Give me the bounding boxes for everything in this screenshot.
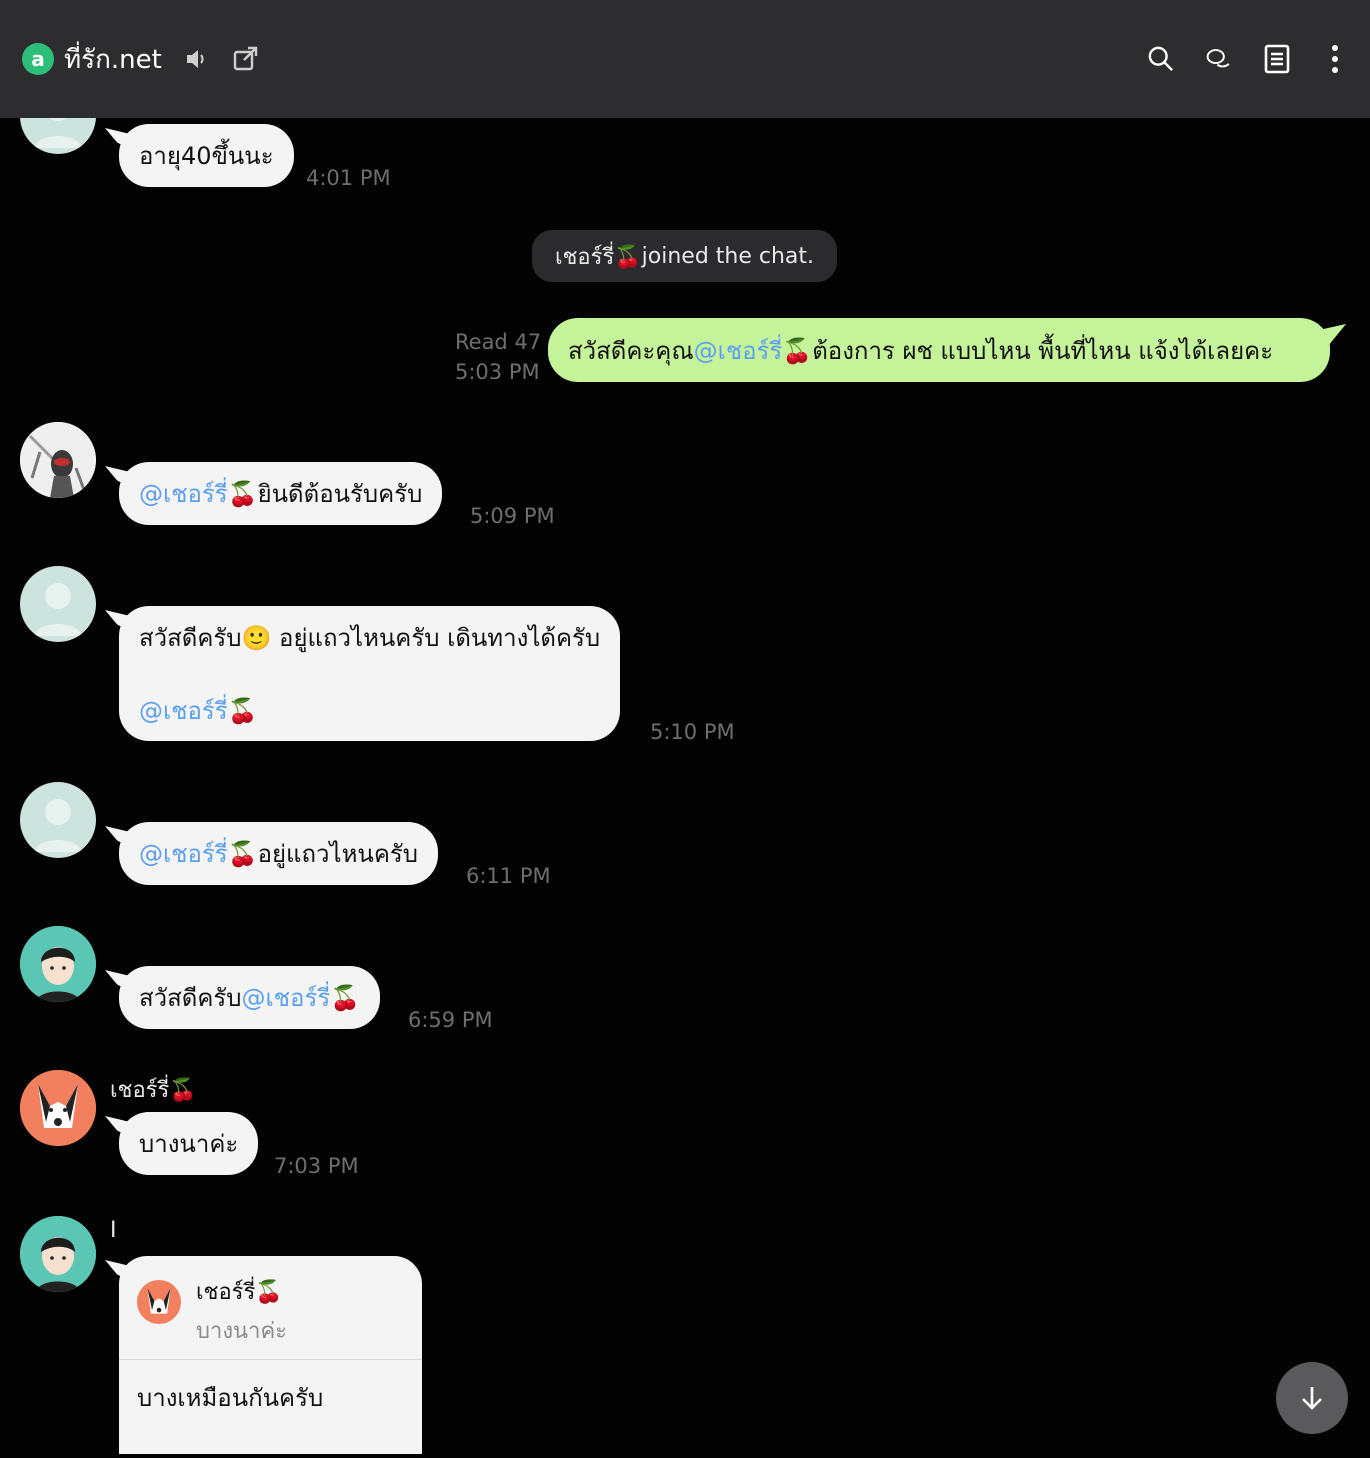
divider (119, 1359, 422, 1360)
chat-area[interactable]: อายุ40ขึ้นนะ 4:01 PM เชอร์รี่🍒 joined th… (0, 118, 1370, 1454)
message-text: อายุ40ขึ้นนะ (139, 142, 274, 170)
quoted-sender: เชอร์รี่🍒 (196, 1280, 283, 1305)
mention-link[interactable]: @เชอร์รี่🍒 (139, 474, 258, 513)
sender-name: I (110, 1218, 117, 1243)
app-header: a ที่รัก.net (0, 0, 1370, 118)
chat-brand: a ที่รัก.net (22, 39, 162, 80)
message-bubble[interactable]: @เชอร์รี่🍒 ยินดีต้อนรับครับ (119, 462, 443, 525)
arrow-down-icon (1302, 1387, 1322, 1410)
system-user: เชอร์รี่🍒 (554, 244, 642, 270)
message-text: บางนาค่ะ (139, 1130, 239, 1158)
mention-link[interactable]: @เชอร์รี่🍒 (139, 834, 258, 873)
quoted-avatar (137, 1280, 181, 1324)
message-time: 5:03 PM (455, 360, 540, 384)
avatar[interactable] (20, 926, 96, 1002)
message-text: ต้องการ ผช แบบไหน พื้นที่ไหน แจ้งได้เลยค… (812, 336, 1274, 365)
external-link-icon[interactable] (232, 46, 258, 72)
avatar[interactable] (20, 566, 96, 642)
system-text: joined the chat. (641, 243, 815, 269)
chat-title: ที่รัก.net (64, 44, 162, 75)
avatar[interactable] (20, 1070, 96, 1146)
chat-bubbles-icon[interactable] (1206, 46, 1232, 72)
avatar[interactable] (20, 1216, 96, 1292)
message-time: 6:59 PM (408, 1008, 493, 1032)
message-text: สวัสดีครับ (139, 984, 242, 1012)
message-text: อยู่แถวไหนครับ (257, 840, 419, 868)
quoted-message[interactable]: เชอร์รี่🍒 บางนาค่ะ (137, 1274, 287, 1348)
notes-icon[interactable] (1264, 44, 1290, 74)
system-message: เชอร์รี่🍒 joined the chat. (532, 230, 837, 282)
sender-name: เชอร์รี่🍒 (110, 1078, 197, 1103)
scroll-to-bottom-button[interactable] (1276, 1362, 1348, 1434)
message-text: บางเหมือนกันครับ (137, 1384, 324, 1412)
read-count: Read 47 (455, 330, 542, 354)
message-bubble[interactable]: สวัสดีครับ @เชอร์รี่🍒 (119, 966, 381, 1029)
brand-logo: a (22, 43, 54, 75)
reply-message-bubble[interactable]: เชอร์รี่🍒 บางนาค่ะ บางเหมือนกันครับ (119, 1256, 422, 1454)
message-text: สวัสดีคะคุณ (568, 336, 694, 365)
message-bubble[interactable]: สวัสดีครับ🙂 อยู่แถวไหนครับ เดินทางได้ครั… (119, 606, 621, 741)
more-icon[interactable] (1322, 45, 1348, 73)
speaker-icon[interactable] (184, 46, 210, 72)
mention-link[interactable]: @เชอร์รี่🍒 (694, 331, 813, 370)
message-time: 4:01 PM (306, 166, 391, 190)
message-bubble[interactable]: @เชอร์รี่🍒 อยู่แถวไหนครับ (119, 822, 439, 885)
search-icon[interactable] (1148, 46, 1174, 72)
message-bubble[interactable]: อายุ40ขึ้นนะ (119, 124, 294, 187)
message-time: 6:11 PM (466, 864, 551, 888)
message-bubble[interactable]: บางนาค่ะ (119, 1112, 259, 1175)
message-time: 5:10 PM (650, 720, 735, 744)
message-text: สวัสดีครับ🙂 อยู่แถวไหนครับ เดินทางได้ครั… (139, 623, 601, 652)
mention-link[interactable]: @เชอร์รี่🍒 (242, 978, 361, 1017)
avatar[interactable] (20, 118, 96, 154)
quoted-text: บางนาค่ะ (196, 1319, 287, 1344)
avatar[interactable] (20, 422, 96, 498)
my-message-bubble[interactable]: สวัสดีคะคุณ @เชอร์รี่🍒 ต้องการ ผช แบบไหน… (548, 318, 1330, 382)
mention-link[interactable]: @เชอร์รี่🍒 (139, 691, 258, 730)
message-time: 5:09 PM (470, 504, 555, 528)
message-time: 7:03 PM (274, 1154, 359, 1178)
avatar[interactable] (20, 782, 96, 858)
message-text: ยินดีต้อนรับครับ (257, 480, 423, 508)
